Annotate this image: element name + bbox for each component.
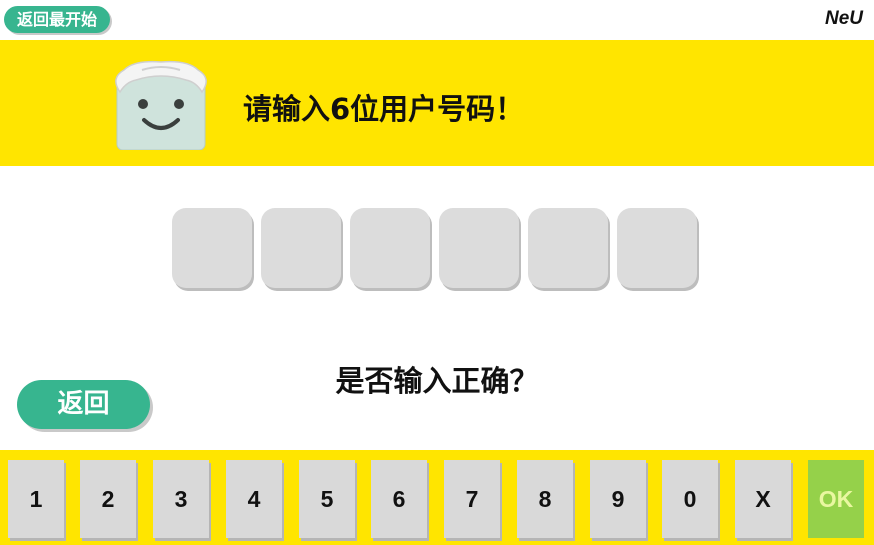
back-button[interactable]: 返回 <box>17 380 150 429</box>
key-6[interactable]: 6 <box>371 460 427 538</box>
code-digit-box <box>172 208 252 288</box>
numeric-keypad: 1 2 3 4 5 6 7 8 9 0 X OK <box>0 450 874 545</box>
code-digit-box <box>617 208 697 288</box>
key-9[interactable]: 9 <box>590 460 646 538</box>
key-2[interactable]: 2 <box>80 460 136 538</box>
banner-title: 请输入6位用户号码！ <box>243 92 525 126</box>
key-3[interactable]: 3 <box>153 460 209 538</box>
key-ok[interactable]: OK <box>808 460 864 538</box>
code-digit-box <box>261 208 341 288</box>
key-8[interactable]: 8 <box>517 460 573 538</box>
key-7[interactable]: 7 <box>444 460 500 538</box>
return-to-start-button[interactable]: 返回最开始 <box>4 6 110 33</box>
code-input-row <box>172 208 697 288</box>
key-5[interactable]: 5 <box>299 460 355 538</box>
code-digit-box <box>528 208 608 288</box>
key-4[interactable]: 4 <box>226 460 282 538</box>
code-digit-box <box>439 208 519 288</box>
instruction-banner: 请输入6位用户号码！ <box>0 40 874 166</box>
robot-mascot-icon <box>115 60 207 150</box>
key-1[interactable]: 1 <box>8 460 64 538</box>
brand-logo: NeU <box>824 8 863 29</box>
key-clear[interactable]: X <box>735 460 791 538</box>
key-0[interactable]: 0 <box>662 460 718 538</box>
code-digit-box <box>350 208 430 288</box>
